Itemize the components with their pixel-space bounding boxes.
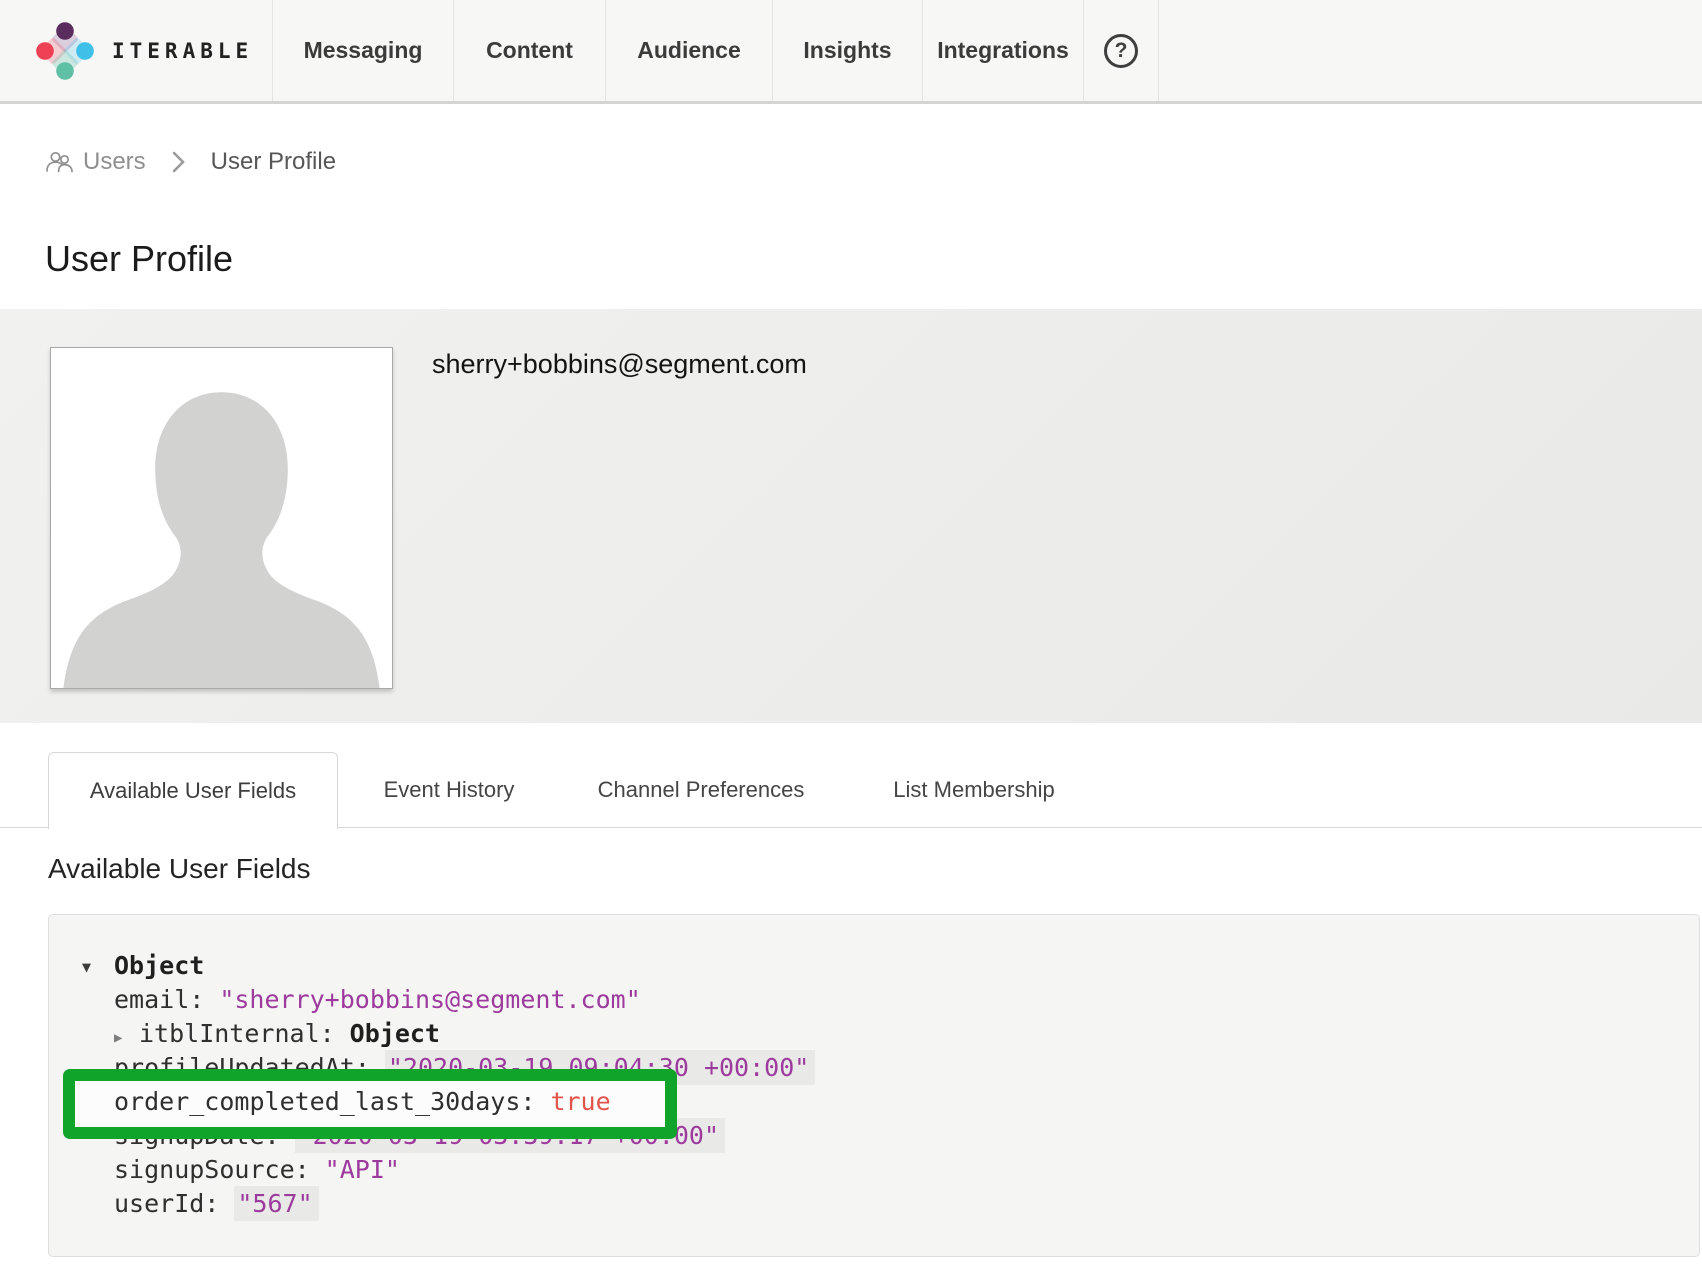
field-key: email: [114,985,204,1014]
nav-item-insights[interactable]: Insights [803,37,891,64]
tab-event-history[interactable]: Event History [384,752,515,828]
field-row-email: email: "sherry+bobbins@segment.com" [49,983,1699,1017]
field-row-userid: userId: "567" [49,1187,1699,1221]
tab-list-membership[interactable]: List Membership [893,752,1054,828]
navbar-spacer [1159,0,1702,101]
iterable-mark-icon [36,22,94,80]
field-key: itblInternal: [139,1019,335,1048]
field-value-string: "API" [325,1155,400,1184]
tab-channel-preferences[interactable]: Channel Preferences [598,752,805,828]
field-value-object: Object [350,1019,440,1048]
available-user-fields-panel: ▼ Object email: "sherry+bobbins@segment.co… [48,914,1700,1257]
page-title: User Profile [45,238,233,280]
field-row-itblinternal: ▶itblInternal:Object [49,1017,1699,1051]
help-button[interactable]: ? [1084,0,1159,101]
field-row-root: ▼ Object [49,949,1699,983]
avatar [50,347,393,689]
field-value-string: "567" [234,1186,318,1221]
field-value-string: "sherry+bobbins@segment.com" [219,985,640,1014]
nav-item-messaging[interactable]: Messaging [304,37,423,64]
root-object-label: Object [114,951,204,980]
breadcrumb-users-link[interactable]: Users [45,148,146,176]
nav-item-integrations[interactable]: Integrations [937,37,1069,64]
user-profile-page: { "nav": { "brand": "ITERABLE", "items":… [0,0,1702,1276]
top-navbar: ITERABLE Messaging Content Audience Insi… [0,0,1702,104]
field-row-signupsource: signupSource: "API" [49,1153,1699,1187]
field-row-order-completed-last-30days: order_completed_last_30days: true [49,1085,1699,1119]
collapse-expanded-icon[interactable]: ▼ [82,950,91,984]
profile-tabs: Available User Fields Event History Chan… [0,752,1702,828]
field-key: order_completed_last_30days: [114,1087,535,1116]
breadcrumb-current: User Profile [211,148,336,176]
breadcrumb-users-label: Users [83,148,146,176]
help-icon: ? [1104,34,1138,68]
nav-item-audience[interactable]: Audience [637,37,741,64]
brand-wordmark: ITERABLE [112,39,253,63]
brand-logo[interactable]: ITERABLE [0,0,273,101]
field-key: signupSource: [114,1155,310,1184]
user-fields-tree: ▼ Object email: "sherry+bobbins@segment.co… [49,915,1699,1221]
breadcrumb: Users User Profile [45,148,336,176]
nav-item-content[interactable]: Content [486,37,573,64]
profile-hero: sherry+bobbins@segment.com [0,309,1702,723]
tab-available-user-fields[interactable]: Available User Fields [48,752,338,829]
users-icon [45,150,74,174]
field-value-boolean: true [550,1087,610,1116]
field-key: userId: [114,1189,219,1218]
section-heading: Available User Fields [48,853,311,885]
profile-email: sherry+bobbins@segment.com [432,349,807,380]
collapse-collapsed-icon[interactable]: ▶ [114,1021,139,1055]
breadcrumb-chevron-icon [172,151,185,173]
avatar-placeholder-icon [51,348,392,688]
